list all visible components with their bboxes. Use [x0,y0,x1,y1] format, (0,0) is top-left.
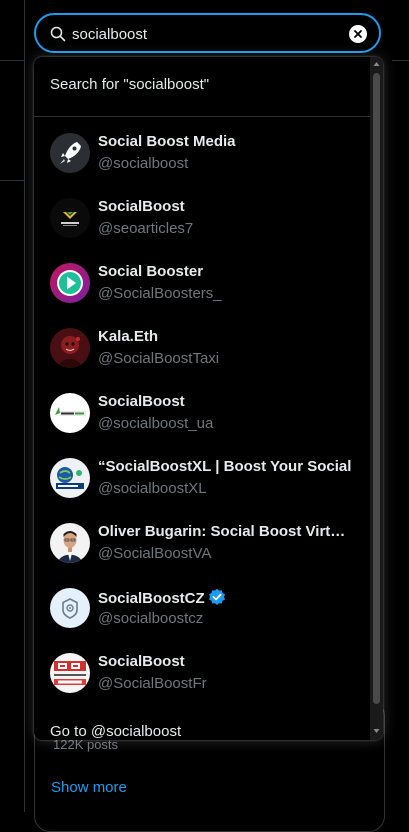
scroll-up-arrow-icon[interactable] [373,61,380,67]
background-vertical-divider [24,0,25,812]
list-item[interactable]: Kala.Eth @SocialBoostTaxi [34,312,370,377]
show-more-link[interactable]: Show more [51,779,127,796]
red-portrait-avatar-icon [50,328,90,368]
close-icon [354,30,362,38]
background-divider-left [0,60,24,61]
socialboost-text-avatar-icon [50,393,90,433]
results-list: Social Boost Media @socialboost SocialBo… [34,117,370,702]
result-name: Social Boost Media [98,133,236,150]
result-handle: @SocialBoostFr [98,675,207,692]
scrollbar[interactable] [370,57,383,740]
result-name: Oliver Bugarin: Social Boost Virtual Ass… [98,523,353,540]
result-name: SocialBoost [98,393,185,410]
search-input[interactable] [70,21,344,47]
play-button-avatar-icon [50,263,90,303]
list-item[interactable]: Social Boost Media @socialboost [34,117,370,182]
result-name: Social Booster [98,263,204,280]
list-item[interactable]: “SocialBoostXL | Boost Your Social @soci… [34,442,370,507]
result-name: Kala.Eth [98,328,159,345]
sb-logo-avatar-icon [50,653,90,693]
result-name: SocialBoostCZ [98,588,353,607]
result-handle: @SocialBoosters_ [98,285,222,302]
result-handle: @socialboostcz [98,610,204,627]
result-name-text: SocialBoostCZ [98,590,205,607]
list-item[interactable]: Social Booster @SocialBoosters_ [34,247,370,312]
background-divider-left-2 [0,180,24,181]
globe-avatar-icon [50,458,90,498]
result-handle: @socialboost [98,155,189,172]
result-handle: @SocialBoostTaxi [98,350,220,367]
verified-badge-icon [208,588,225,605]
result-name: “SocialBoostXL | Boost Your Social [98,458,352,475]
person-photo-avatar-icon [50,523,90,563]
result-name: SocialBoost [98,653,185,670]
result-handle: @SocialBoostVA [98,545,212,562]
search-box[interactable] [34,13,381,53]
list-item[interactable]: Oliver Bugarin: Social Boost Virtual Ass… [34,507,370,572]
result-handle: @socialboostXL [98,480,207,497]
scroll-down-arrow-icon[interactable] [373,728,380,734]
background-divider-right [392,60,409,61]
search-for-query[interactable]: Search for "socialboost" [50,76,209,93]
result-handle: @socialboost_ua [98,415,214,432]
clear-search-button[interactable] [349,25,367,43]
result-name: SocialBoost [98,198,185,215]
result-handle: @seoarticles7 [98,220,194,237]
scrollbar-thumb[interactable] [373,73,380,704]
search-suggestions-dropdown: Search for "socialboost" Social Boost Me… [34,57,383,740]
socialboost-logo-avatar-icon [50,198,90,238]
list-item[interactable]: SocialBoost @socialboost_ua [34,377,370,442]
rocket-avatar-icon [50,133,90,173]
go-to-profile-link[interactable]: Go to @socialboost [50,723,181,740]
list-item[interactable]: SocialBoostCZ @socialboostcz [34,572,370,637]
list-item[interactable]: SocialBoost @seoarticles7 [34,182,370,247]
list-item[interactable]: SocialBoost @SocialBoostFr [34,637,370,702]
search-icon [50,26,66,42]
shield-logo-avatar-icon [50,588,90,628]
